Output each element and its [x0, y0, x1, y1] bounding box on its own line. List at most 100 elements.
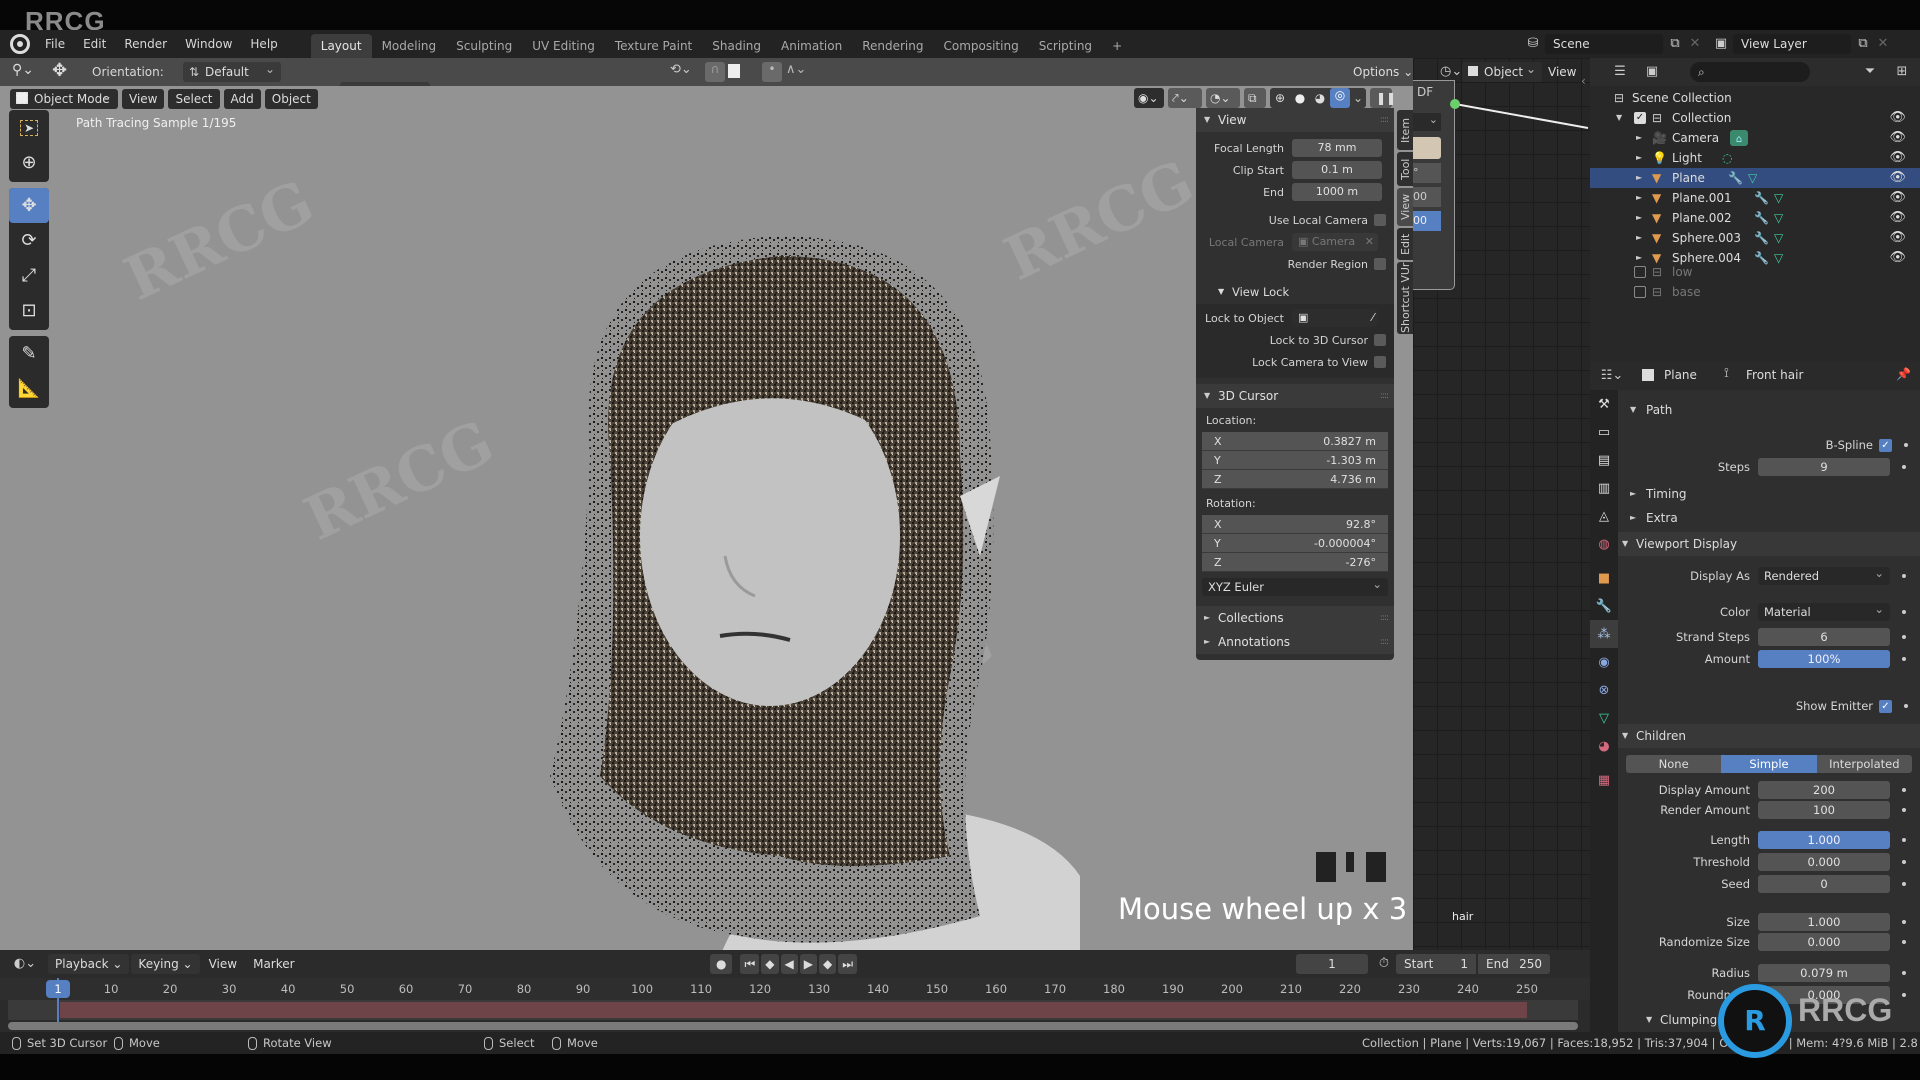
radius-field[interactable]: 0.079 m — [1758, 964, 1890, 982]
close-view-layer-icon[interactable]: ✕ — [1875, 36, 1891, 52]
output-tab-icon[interactable]: ▤ — [1590, 446, 1618, 474]
outliner-row-object[interactable]: ► ▼ Plane 🔧 ▽ 👁 — [1590, 168, 1920, 188]
lock-camera-checkbox[interactable] — [1374, 356, 1386, 368]
cursor-rotation-x[interactable]: X 92.8° — [1202, 515, 1388, 534]
expand-arrow-icon[interactable]: ► — [1636, 228, 1642, 248]
tab-animation[interactable]: Animation — [771, 34, 852, 58]
collapse-arrow-icon[interactable]: ‹ — [1581, 74, 1586, 88]
size-field[interactable]: 1.000 — [1758, 913, 1890, 931]
breadcrumb-object[interactable]: Plane — [1664, 368, 1697, 382]
tab-modeling[interactable]: Modeling — [372, 34, 447, 58]
drag-grip-icon[interactable]: :::: — [1380, 630, 1389, 654]
mesh-data-icon[interactable]: ▽ — [1774, 228, 1783, 248]
tab-sculpting[interactable]: Sculpting — [446, 34, 522, 58]
menu-help[interactable]: Help — [241, 30, 286, 58]
mesh-data-icon[interactable]: ▽ — [1774, 208, 1783, 228]
expand-arrow-icon[interactable]: ► — [1636, 148, 1642, 168]
rotation-mode-dropdown[interactable]: XYZ Euler — [1202, 575, 1388, 596]
frame-ruler[interactable]: 10 20 30 40 50 60 70 80 90 100 110 120 130 140 150 160 1… — [0, 978, 1590, 1000]
outliner-row-scene-collection[interactable]: ⊟ Scene Collection — [1590, 88, 1920, 108]
lock-to-object-field[interactable]: ▣ ⁄ — [1292, 309, 1378, 327]
modifier-icon[interactable]: 🔧 — [1754, 208, 1769, 228]
view-layer-selector[interactable]: View Layer — [1733, 34, 1851, 54]
pause-render-icon[interactable]: ❚❚ — [1370, 88, 1396, 108]
mesh-data-icon[interactable]: ▽ — [1774, 188, 1783, 208]
modifier-icon[interactable]: 🔧 — [1754, 228, 1769, 248]
3d-cursor-section-header[interactable]: 3D Cursor:::: — [1196, 384, 1394, 408]
clip-end-field[interactable]: 1000 m — [1292, 183, 1382, 201]
timing-section-header[interactable]: ► Timing — [1618, 482, 1920, 506]
drag-grip-icon[interactable]: :::: — [1380, 606, 1389, 630]
focal-length-field[interactable]: 78 mm — [1292, 139, 1382, 157]
amount-slider[interactable]: 100% — [1758, 650, 1890, 668]
keyframe-dot[interactable] — [1904, 443, 1908, 447]
record-icon[interactable]: ● — [710, 954, 733, 974]
mesh-data-icon[interactable]: ▽ — [1748, 168, 1757, 188]
start-frame-field[interactable]: Start 1 — [1396, 954, 1476, 974]
outliner-row-object[interactable]: ► ▼ Plane.002 🔧 ▽ 👁 — [1590, 208, 1920, 228]
tool-settings-icon[interactable]: ⚲⌄ — [12, 62, 42, 82]
scene-tab-icon[interactable]: ◬ — [1590, 502, 1618, 530]
jump-end-icon[interactable]: ⏭ — [838, 954, 858, 974]
menu-edit[interactable]: Edit — [74, 30, 115, 58]
pin-icon[interactable]: 📌 — [1896, 367, 1911, 381]
scene-icon[interactable]: ⛁ — [1525, 36, 1541, 52]
outliner-row-base[interactable]: ⊟ base — [1590, 282, 1920, 302]
render-tab-icon[interactable]: ▭ — [1590, 418, 1618, 446]
view-menu[interactable]: View — [202, 954, 244, 974]
physics-tab-icon[interactable]: ◉ — [1590, 648, 1618, 676]
expand-arrow-icon[interactable]: ► — [1636, 128, 1642, 148]
path-section-header[interactable]: ▼ Path — [1618, 398, 1920, 422]
keyframe-dot[interactable] — [1904, 704, 1908, 708]
collection-checkbox[interactable] — [1634, 266, 1646, 278]
node-field[interactable]: ° — [1413, 163, 1441, 183]
gizmo-icon[interactable]: ⤤⌄ — [1168, 88, 1202, 108]
material-shading-icon[interactable]: ◕ — [1310, 91, 1330, 105]
modifier-icon[interactable]: 🔧 — [1754, 188, 1769, 208]
tab-texture-paint[interactable]: Texture Paint — [605, 34, 702, 58]
copy-view-layer-icon[interactable]: ⧉ — [1855, 36, 1871, 52]
view-layer-filter-icon[interactable]: ▣ — [1644, 64, 1660, 80]
preview-range-icon[interactable]: ⏱ — [1376, 956, 1392, 972]
annotations-section-header[interactable]: Annotations:::: — [1196, 630, 1394, 654]
tab-uv-editing[interactable]: UV Editing — [522, 34, 605, 58]
cursor-location-y[interactable]: Y -1.303 m — [1202, 451, 1388, 470]
transform-tool-icon[interactable]: ⊡ — [9, 293, 49, 328]
measure-tool-icon[interactable]: 📐 — [9, 371, 49, 406]
keyframe-dot[interactable] — [1902, 838, 1906, 842]
rotate-tool-icon[interactable]: ⟳ — [9, 223, 49, 258]
render-amount-field[interactable]: 100 — [1758, 801, 1890, 819]
cursor-rotation-z[interactable]: Z -276° — [1202, 553, 1388, 572]
data-tab-icon[interactable]: ▽ — [1590, 704, 1618, 732]
local-camera-field[interactable]: ▣ Camera ✕ — [1292, 233, 1378, 251]
play-icon[interactable]: ▶ — [799, 954, 817, 974]
extra-section-header[interactable]: ► Extra — [1618, 506, 1920, 530]
children-mode-simple[interactable]: Simple — [1721, 755, 1817, 773]
marker-menu[interactable]: Marker — [246, 954, 301, 974]
add-menu[interactable]: Add — [223, 89, 261, 109]
expand-arrow-icon[interactable]: ► — [1636, 208, 1642, 228]
close-scene-icon[interactable]: ✕ — [1687, 36, 1703, 52]
annotate-tool-icon[interactable]: ✎ — [9, 336, 49, 371]
display-mode-icon[interactable]: ☰ — [1612, 64, 1628, 80]
prev-keyframe-icon[interactable]: ◆ — [761, 954, 779, 974]
snap-icon[interactable]: ∩ — [705, 62, 725, 82]
node-socket-icon[interactable] — [1450, 99, 1460, 109]
outliner-search-input[interactable]: ⌕ — [1690, 62, 1810, 82]
jump-start-icon[interactable]: ⏮ — [740, 954, 760, 974]
viewport-display-section-header[interactable]: ▼ Viewport Display — [1618, 532, 1920, 556]
clip-start-field[interactable]: 0.1 m — [1292, 161, 1382, 179]
keyframe-dot[interactable] — [1902, 971, 1906, 975]
collections-section-header[interactable]: Collections:::: — [1196, 606, 1394, 630]
scene-selector[interactable]: Scene — [1545, 34, 1663, 54]
cursor-rotation-y[interactable]: Y -0.000004° — [1202, 534, 1388, 553]
select-menu[interactable]: Select — [168, 89, 220, 109]
children-mode-interpolated[interactable]: Interpolated — [1816, 755, 1912, 773]
blender-logo-icon[interactable] — [10, 34, 30, 54]
children-mode-none[interactable]: None — [1626, 755, 1722, 773]
visibility-eye-icon[interactable]: 👁 — [1889, 168, 1906, 188]
lock-to-cursor-checkbox[interactable] — [1374, 334, 1386, 346]
outliner-row-object[interactable]: ► ▼ Plane.001 🔧 ▽ 👁 — [1590, 188, 1920, 208]
tab-scripting[interactable]: Scripting — [1029, 34, 1102, 58]
keyframe-dot[interactable] — [1902, 635, 1906, 639]
